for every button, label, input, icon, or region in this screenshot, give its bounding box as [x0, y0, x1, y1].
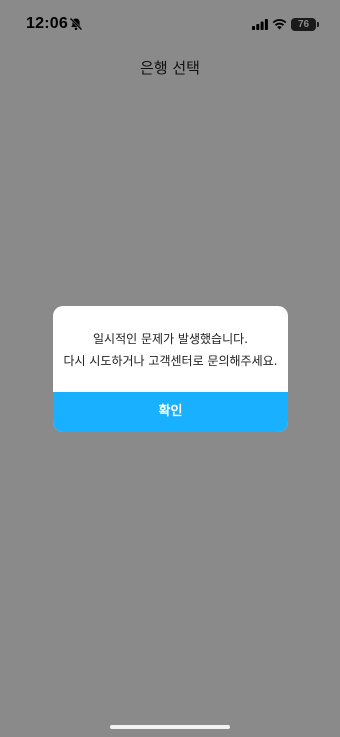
wifi-icon	[272, 19, 287, 30]
battery-level: 76	[297, 19, 310, 30]
battery-icon: 76	[291, 18, 316, 31]
home-indicator[interactable]	[110, 725, 230, 729]
page-title: 은행 선택	[140, 59, 200, 77]
battery-tip	[317, 22, 319, 27]
status-bar: 12:06 76	[0, 0, 340, 44]
signal-icon	[252, 19, 268, 30]
bell-slash-icon	[69, 17, 83, 31]
confirm-button[interactable]: 확인	[53, 392, 288, 432]
status-time: 12:06	[26, 15, 68, 32]
dialog-message-line-1: 일시적인 문제가 발생했습니다.	[93, 332, 248, 346]
dialog-message-line-2: 다시 시도하거나 고객센터로 문의해주세요.	[63, 354, 278, 368]
error-dialog: 일시적인 문제가 발생했습니다. 다시 시도하거나 고객센터로 문의해주세요. …	[53, 306, 288, 432]
dialog-message: 일시적인 문제가 발생했습니다. 다시 시도하거나 고객센터로 문의해주세요.	[53, 328, 288, 372]
